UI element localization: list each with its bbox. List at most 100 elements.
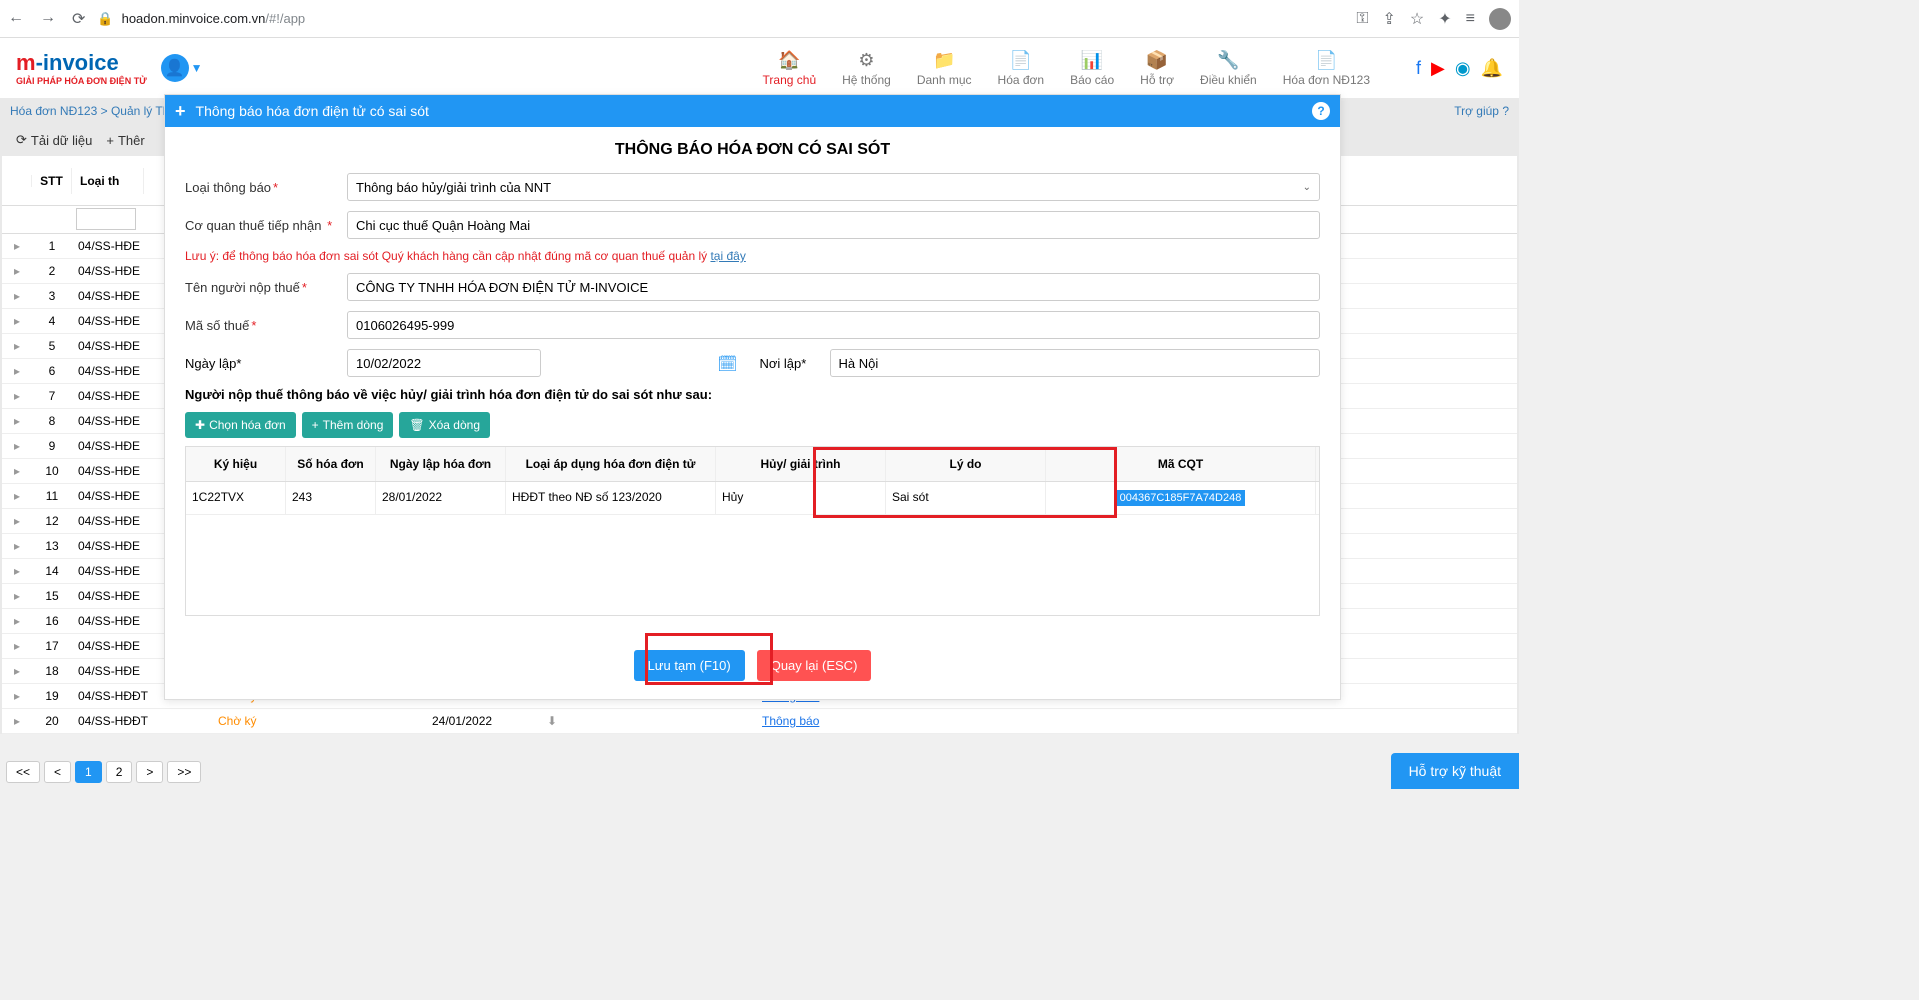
input-cqt[interactable]: [347, 211, 1320, 239]
user-menu[interactable]: 👤 ▼: [161, 54, 203, 82]
th-ky-hieu: Ký hiệu: [186, 447, 286, 481]
input-noi-lap[interactable]: [830, 349, 1321, 377]
label-ngay-lap: Ngày lập*: [185, 356, 347, 371]
input-ngay-lap[interactable]: [347, 349, 541, 377]
document-icon: 📄: [1010, 50, 1032, 71]
cell-ma-cqt: 004367C185F7A74D248: [1046, 482, 1316, 514]
star-icon[interactable]: ☆: [1410, 9, 1424, 29]
page-first[interactable]: <<: [6, 761, 40, 783]
cell-ngay-lap: 28/01/2022: [376, 482, 506, 514]
calendar-icon[interactable]: 🗓: [717, 354, 737, 374]
chevron-down-icon: ▼: [191, 61, 203, 75]
nav-home[interactable]: 🏠Trang chủ: [763, 50, 817, 87]
back-icon[interactable]: ←: [8, 9, 24, 29]
choose-invoice-button[interactable]: ✚ Chọn hóa đơn: [185, 412, 296, 438]
plus-icon[interactable]: +: [175, 101, 186, 122]
page-last[interactable]: >>: [167, 761, 201, 783]
facebook-icon[interactable]: f: [1416, 58, 1421, 79]
table-row[interactable]: ▸2004/SS-HĐĐTChờ ký24/01/2022⬇Thông báo: [2, 709, 1517, 734]
label-cqt: Cơ quan thuế tiếp nhận *: [185, 218, 347, 233]
add-button[interactable]: + Thêr: [106, 133, 144, 148]
nav-nd123[interactable]: 📄Hóa đơn NĐ123: [1283, 50, 1370, 87]
lock-icon: 🔒: [97, 11, 113, 27]
app-header: m-invoice GIẢI PHÁP HÓA ĐƠN ĐIỆN TỬ 👤 ▼ …: [0, 38, 1519, 98]
support-button[interactable]: Hỗ trợ kỹ thuật: [1391, 753, 1519, 789]
bell-icon[interactable]: 🔔: [1481, 58, 1503, 79]
youtube-icon[interactable]: ▶: [1431, 58, 1445, 79]
folder-icon: 📁: [933, 50, 955, 71]
delete-row-button[interactable]: 🗑 Xóa dòng: [399, 412, 490, 438]
input-mst[interactable]: [347, 311, 1320, 339]
label-noi-lap: Nơi lập*: [760, 356, 830, 371]
browser-bar: ← → ⟳ 🔒 hoadon.minvoice.com.vn/#!/app ⚿ …: [0, 0, 1519, 38]
nav-report[interactable]: 📊Báo cáo: [1070, 50, 1114, 87]
list-icon[interactable]: ≡: [1466, 10, 1475, 28]
wrench-icon: 🔧: [1217, 50, 1239, 71]
notice-link[interactable]: Thông báo: [762, 714, 819, 728]
breadcrumb-item[interactable]: Hóa đơn NĐ123: [10, 104, 97, 118]
th-loai: Loại áp dụng hóa đơn điện tử: [506, 447, 716, 481]
cell-ly-do: Sai sót: [886, 482, 1046, 514]
label-mst: Mã số thuế*: [185, 318, 347, 333]
nav-catalog[interactable]: 📁Danh mục: [917, 50, 972, 87]
page-2[interactable]: 2: [106, 761, 133, 783]
nav-invoice[interactable]: 📄Hóa đơn: [998, 50, 1045, 87]
reload-button[interactable]: ⟳ Tải dữ liệu: [16, 132, 92, 148]
sub-heading: Người nộp thuế thông báo về việc hủy/ gi…: [185, 387, 1320, 402]
error-notice-modal: + Thông báo hóa đơn điện tử có sai sót ?…: [164, 94, 1341, 700]
cell-ky-hieu: 1C22TVX: [186, 482, 286, 514]
modal-heading: THÔNG BÁO HÓA ĐƠN CÓ SAI SÓT: [185, 141, 1320, 159]
cell-so-hd: 243: [286, 482, 376, 514]
page-next[interactable]: >: [136, 761, 163, 783]
input-ten-nnt[interactable]: [347, 273, 1320, 301]
extension-icon[interactable]: ✦: [1438, 9, 1451, 29]
pagination: << < 1 2 > >>: [6, 761, 201, 783]
warning-text: Lưu ý: để thông báo hóa đơn sai sót Quý …: [185, 249, 1320, 263]
gear-icon: ⚙: [858, 50, 874, 71]
modal-header: + Thông báo hóa đơn điện tử có sai sót ?: [165, 95, 1340, 127]
box-icon: 📦: [1146, 50, 1168, 71]
top-nav: 🏠Trang chủ ⚙Hệ thống 📁Danh mục 📄Hóa đơn …: [763, 50, 1503, 87]
select-loai-tb[interactable]: Thông báo hủy/giải trình của NNT⌄: [347, 173, 1320, 201]
col-loai: Loại th: [72, 168, 144, 194]
home-icon: 🏠: [778, 50, 800, 71]
th-ly-do: Lý do: [886, 447, 1046, 481]
key-icon[interactable]: ⚿: [1356, 10, 1368, 28]
modal-title: Thông báo hóa đơn điện tử có sai sót: [196, 103, 429, 119]
logo: m-invoice GIẢI PHÁP HÓA ĐƠN ĐIỆN TỬ: [16, 50, 147, 86]
chart-icon: 📊: [1081, 50, 1103, 71]
th-so-hd: Số hóa đơn: [286, 447, 376, 481]
page-1[interactable]: 1: [75, 761, 102, 783]
nav-system[interactable]: ⚙Hệ thống: [842, 50, 891, 87]
user-icon: 👤: [161, 54, 189, 82]
profile-avatar[interactable]: [1489, 8, 1511, 30]
nav-control[interactable]: 🔧Điều khiển: [1200, 50, 1257, 87]
chevron-down-icon: ⌄: [1303, 182, 1311, 193]
reload-icon[interactable]: ⟳: [72, 9, 85, 29]
modal-footer: Lưu tạm (F10) Quay lại (ESC): [165, 630, 1340, 699]
col-stt: STT: [32, 168, 72, 194]
forward-icon[interactable]: →: [40, 9, 56, 29]
inner-table-row[interactable]: 1C22TVX 243 28/01/2022 HĐĐT theo NĐ số 1…: [186, 482, 1319, 515]
th-ma-cqt: Mã CQT: [1046, 447, 1316, 481]
label-loai-tb: Loại thông báo*: [185, 180, 347, 195]
label-ten-nnt: Tên người nộp thuế*: [185, 280, 347, 295]
cell-huy: Hủy: [716, 482, 886, 514]
help-link[interactable]: Trợ giúp ?: [1454, 104, 1509, 118]
inner-table: Ký hiệu Số hóa đơn Ngày lập hóa đơn Loại…: [185, 446, 1320, 616]
filter-input[interactable]: [76, 208, 136, 230]
add-row-button[interactable]: + Thêm dòng: [302, 412, 394, 438]
help-icon[interactable]: ?: [1312, 102, 1330, 120]
cell-loai: HĐĐT theo NĐ số 123/2020: [506, 482, 716, 514]
save-button[interactable]: Lưu tạm (F10): [634, 650, 745, 681]
app-icon[interactable]: ◉: [1455, 58, 1471, 79]
th-ngay-lap: Ngày lập hóa đơn: [376, 447, 506, 481]
warning-link[interactable]: tại đây: [710, 249, 745, 263]
th-huy: Hủy/ giải trình: [716, 447, 886, 481]
share-icon[interactable]: ⇪: [1383, 9, 1396, 29]
document-icon: 📄: [1315, 50, 1337, 71]
back-button[interactable]: Quay lại (ESC): [757, 650, 872, 681]
url-bar[interactable]: 🔒 hoadon.minvoice.com.vn/#!/app: [97, 11, 1344, 27]
nav-support[interactable]: 📦Hỗ trợ: [1140, 50, 1174, 87]
page-prev[interactable]: <: [44, 761, 71, 783]
